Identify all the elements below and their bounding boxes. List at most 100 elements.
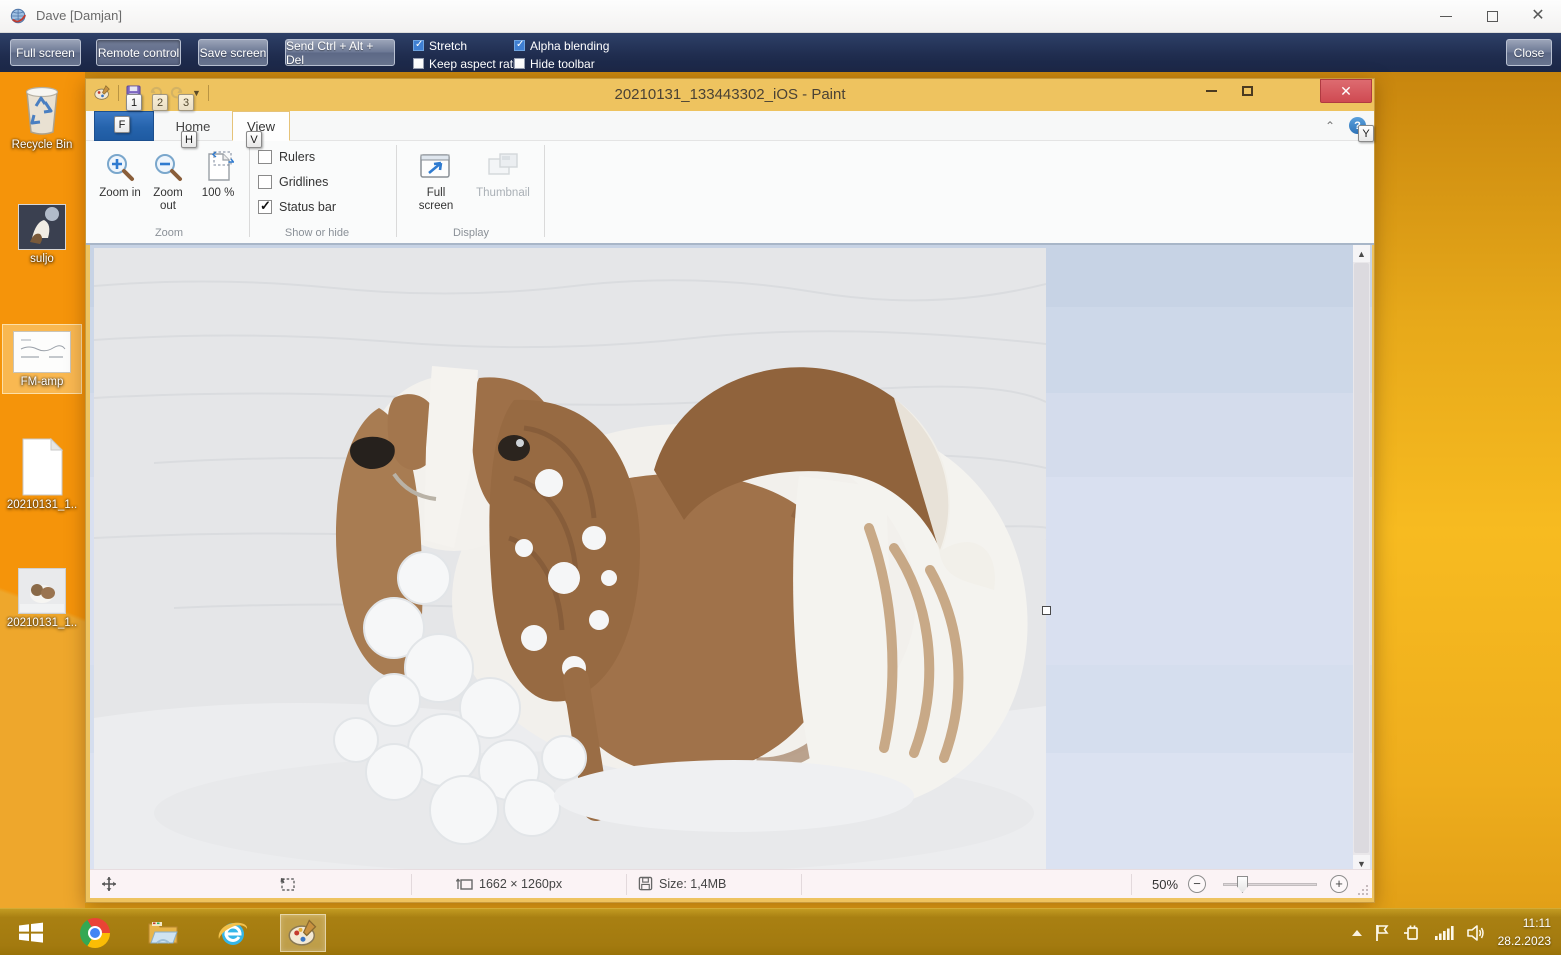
status-bar-checkbox[interactable] [258, 200, 272, 214]
dog-in-snow-photo [94, 248, 1046, 872]
image-size-icon [456, 876, 473, 892]
desktop-icon-label: FM-amp [3, 375, 81, 389]
paint-close-button[interactable]: ✕ [1320, 79, 1372, 103]
alpha-blending-checkbox-row[interactable]: Alpha blending [514, 39, 609, 52]
separator [396, 145, 397, 237]
full-screen-button[interactable]: Full screen [10, 39, 81, 66]
status-bar-checkbox-row[interactable]: Status bar [258, 199, 336, 215]
start-button[interactable] [8, 914, 54, 952]
keytip-save: 1 [126, 94, 142, 111]
desktop-icon-suljo[interactable]: suljo [2, 204, 82, 266]
remote-control-button[interactable]: Remote control [96, 39, 181, 66]
action-center-flag-icon[interactable] [1374, 924, 1390, 942]
gridlines-checkbox[interactable] [258, 175, 272, 189]
canvas-resize-handle[interactable] [1042, 606, 1051, 615]
wallpaper-right-strip [1375, 72, 1561, 908]
network-signal-icon[interactable] [1434, 925, 1454, 941]
zoom-slider[interactable] [1223, 883, 1317, 886]
taskbar-ie-button[interactable] [210, 914, 256, 952]
taskbar-chrome-button[interactable] [72, 914, 118, 952]
internet-explorer-icon [216, 917, 250, 949]
photo-thumbnail-icon [18, 204, 66, 250]
resize-grip-icon[interactable] [1358, 884, 1369, 895]
full-screen-label: Full screen [410, 187, 462, 213]
stretch-checkbox-row[interactable]: Stretch [413, 39, 467, 52]
zoom-slider-thumb[interactable] [1237, 876, 1248, 893]
paint-canvas-area[interactable]: ▲ ▼ [90, 245, 1372, 872]
taskbar-paint-button-active[interactable] [280, 914, 326, 952]
zoom-100-button[interactable]: 100 % [194, 145, 242, 235]
hide-toolbar-checkbox-row[interactable]: Hide toolbar [514, 57, 595, 70]
hide-toolbar-label: Hide toolbar [530, 57, 595, 71]
desktop-icon-recycle-bin[interactable]: Recycle Bin [2, 82, 82, 152]
keep-aspect-checkbox-row[interactable]: Keep aspect ratio [413, 57, 522, 70]
file-size: Size: 1,4MB [638, 876, 726, 891]
desktop-icon-label: 20210131_1.. [2, 498, 82, 512]
canvas-image[interactable] [94, 248, 1046, 872]
zoom-in-button[interactable]: Zoom in [96, 145, 144, 235]
alpha-blending-label: Alpha blending [530, 39, 609, 53]
stretch-label: Stretch [429, 39, 467, 53]
image-file-icon [13, 331, 71, 373]
paint-maximize-button[interactable] [1232, 79, 1262, 102]
group-label-zoom: Zoom [124, 227, 214, 239]
vertical-scrollbar[interactable]: ▲ ▼ [1353, 245, 1370, 872]
show-hidden-icons-icon[interactable] [1352, 930, 1362, 936]
full-screen-icon [419, 151, 453, 183]
rulers-checkbox-row[interactable]: Rulers [258, 149, 315, 165]
cursor-position-indicator [101, 876, 117, 892]
zoom-100-icon [202, 151, 234, 183]
status-bar-label: Status bar [279, 200, 336, 214]
save-screen-button[interactable]: Save screen [198, 39, 268, 66]
image-dimensions-text: 1662 × 1260px [479, 877, 562, 891]
recycle-bin-icon [19, 82, 65, 136]
close-session-button[interactable]: Close [1506, 39, 1552, 66]
stretch-checkbox[interactable] [413, 40, 424, 51]
scrollbar-thumb[interactable] [1354, 263, 1369, 853]
app-close-button[interactable]: ✕ [1515, 0, 1561, 32]
app-minimize-button[interactable] [1423, 0, 1469, 32]
separator [801, 874, 802, 895]
file-size-text: Size: 1,4MB [659, 877, 726, 891]
rulers-checkbox[interactable] [258, 150, 272, 164]
move-cursor-icon [101, 876, 117, 892]
keytip-view: V [246, 131, 262, 148]
zoom-out-status-button[interactable]: − [1188, 875, 1206, 893]
alpha-blending-checkbox[interactable] [514, 40, 525, 51]
keytip-file: F [114, 116, 130, 133]
document-icon [19, 438, 65, 496]
gridlines-checkbox-row[interactable]: Gridlines [258, 174, 328, 190]
file-explorer-icon [147, 919, 179, 947]
desktop-icon-label: Recycle Bin [2, 138, 82, 152]
taskbar: 11:11 28.2.2023 [0, 908, 1561, 955]
remote-desktop-wallpaper: Recycle Bin suljo FM-amp [0, 72, 1561, 908]
selection-icon [279, 876, 296, 892]
app-titlebar: Dave [Damjan] ✕ [0, 0, 1561, 33]
chrome-icon [80, 918, 110, 948]
paint-ribbon-tabs: Home View ⌃ ? [86, 111, 1374, 141]
collapse-ribbon-icon[interactable]: ⌃ [1325, 119, 1335, 133]
desktop-icon-fm-amp[interactable]: FM-amp [2, 324, 82, 394]
zoom-in-icon [104, 151, 136, 183]
send-ctrl-alt-del-button[interactable]: Send Ctrl + Alt + Del [285, 39, 395, 66]
hide-toolbar-checkbox[interactable] [514, 58, 525, 69]
clock[interactable]: 11:11 28.2.2023 [1498, 915, 1555, 950]
image-dimensions: 1662 × 1260px [456, 876, 562, 892]
thumbnail-label: Thumbnail [471, 187, 535, 200]
keep-aspect-checkbox[interactable] [413, 58, 424, 69]
desktop-icon-file-20210131[interactable]: 20210131_1.. [2, 438, 82, 512]
app-maximize-button[interactable] [1469, 0, 1515, 32]
power-icon[interactable] [1402, 925, 1422, 941]
zoom-in-status-button[interactable]: + [1330, 875, 1348, 893]
zoom-level: 50% [1152, 877, 1178, 892]
paint-minimize-button[interactable] [1196, 79, 1226, 102]
rulers-label: Rulers [279, 150, 315, 164]
desktop-icon-photo-20210131[interactable]: 20210131_1.. [2, 568, 82, 630]
scroll-up-icon[interactable]: ▲ [1353, 245, 1370, 262]
app-logo-icon [10, 7, 28, 25]
zoom-out-button[interactable]: Zoom out [144, 145, 192, 235]
taskbar-explorer-button[interactable] [140, 914, 186, 952]
volume-icon[interactable] [1466, 924, 1486, 942]
clock-time: 11:11 [1498, 915, 1551, 932]
full-screen-ribbon-button[interactable]: Full screen [408, 145, 464, 235]
